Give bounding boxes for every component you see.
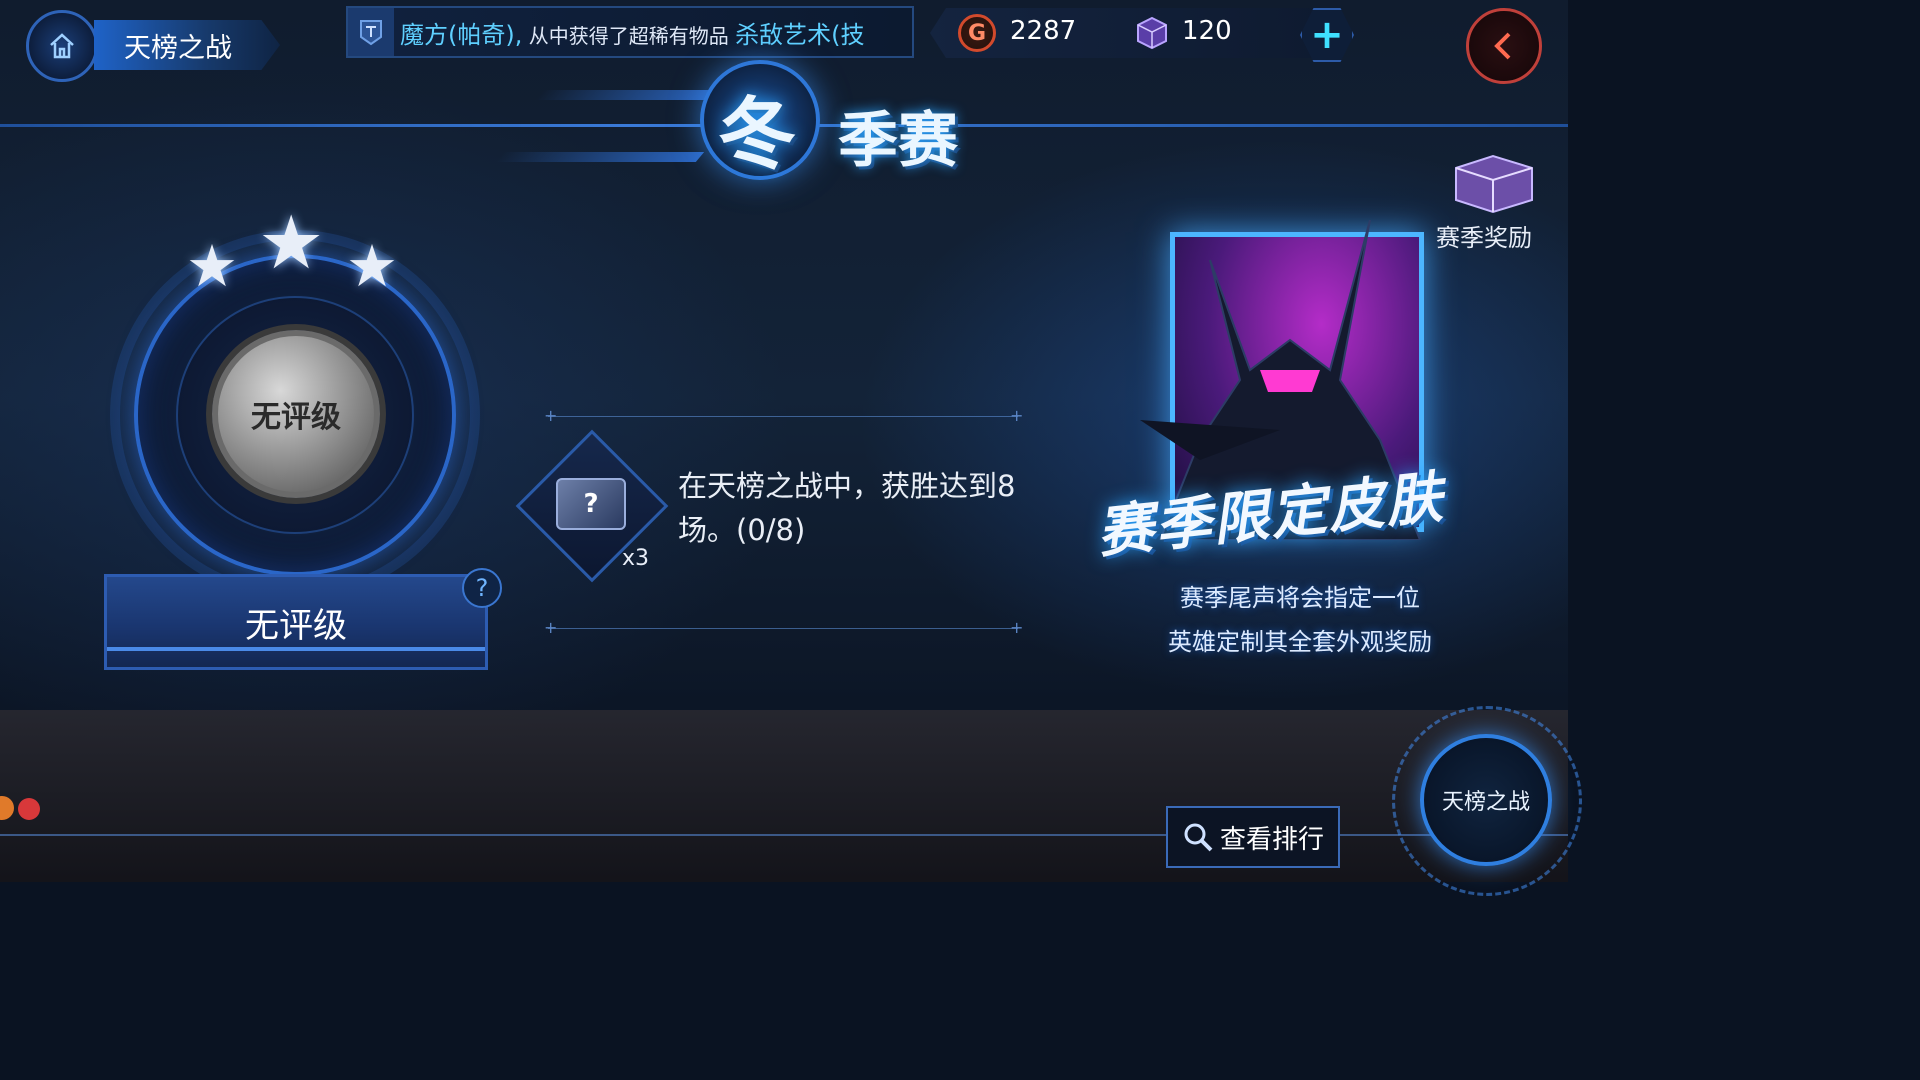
- ticker-middle: 从中获得了超稀有物品: [528, 23, 729, 48]
- task-divider-bottom: [548, 628, 1018, 629]
- rank-medal: 无评级: [212, 330, 380, 498]
- reward-quantity: x3: [622, 546, 650, 571]
- mystery-card-icon: ?: [556, 478, 626, 530]
- ticker-prefix: 魔方(帕奇),: [400, 20, 523, 49]
- task-description: 在天榜之战中，获胜达到8场。(0/8): [678, 469, 1016, 547]
- question-icon: ?: [475, 574, 489, 602]
- divider-plus-icon: +: [1010, 618, 1024, 637]
- back-button[interactable]: [1466, 8, 1542, 84]
- view-rank-label: 查看排行: [1219, 824, 1324, 855]
- season-reward-label[interactable]: 赛季奖励: [1436, 218, 1532, 253]
- page-title: 天榜之战: [94, 20, 280, 70]
- left-indicator: [0, 794, 44, 824]
- task-divider-top: [548, 416, 1018, 417]
- chest-icon[interactable]: [1448, 150, 1538, 214]
- announcement-ticker: 魔方(帕奇), 从中获得了超稀有物品 杀敌艺术(技: [346, 6, 914, 58]
- search-icon: [1184, 823, 1213, 852]
- rank-plate-text: 无评级: [245, 605, 347, 646]
- battle-button-label: 天榜之战: [1441, 790, 1530, 815]
- view-rank-button[interactable]: 查看排行: [1166, 806, 1340, 868]
- ticker-item: 杀敌艺术(技: [735, 20, 865, 49]
- indicator-dot: [18, 798, 40, 820]
- divider-plus-icon: +: [1010, 406, 1024, 425]
- gem-cube-icon: [1137, 16, 1167, 50]
- gold-coin-icon: G: [958, 14, 996, 52]
- rank-help-button[interactable]: ?: [462, 568, 502, 608]
- rank-plate: 无评级: [104, 574, 488, 670]
- title-wing-left-lower: [495, 152, 705, 162]
- home-button[interactable]: [26, 10, 98, 82]
- star-icon: ★: [186, 232, 238, 300]
- promo-desc-line2: 英雄定制其全套外观奖励: [1168, 628, 1432, 656]
- season-title-main: 冬: [718, 90, 797, 180]
- home-icon: [50, 33, 74, 59]
- season-title-rest: 季赛: [838, 106, 958, 176]
- back-arrow-icon: [1494, 32, 1511, 60]
- title-wing-left: [535, 90, 725, 100]
- divider-plus-icon: +: [544, 406, 558, 425]
- ticker-text: 魔方(帕奇), 从中获得了超稀有物品 杀敌艺术(技: [394, 15, 864, 50]
- plus-icon: +: [1310, 12, 1344, 58]
- rank-medal-text: 无评级: [251, 400, 341, 435]
- indicator-dot: [0, 796, 14, 820]
- divider-plus-icon: +: [544, 618, 558, 637]
- star-icon: ★: [346, 232, 398, 300]
- gold-value: 2287: [1010, 16, 1077, 46]
- gem-value: 120: [1182, 16, 1232, 46]
- mystery-card-symbol: ?: [583, 489, 599, 519]
- start-battle-button[interactable]: 天榜之战: [1420, 734, 1552, 866]
- ticker-badge-icon: [348, 8, 394, 56]
- star-icon: ★: [258, 200, 325, 286]
- promo-desc-line1: 赛季尾声将会指定一位: [1180, 584, 1420, 612]
